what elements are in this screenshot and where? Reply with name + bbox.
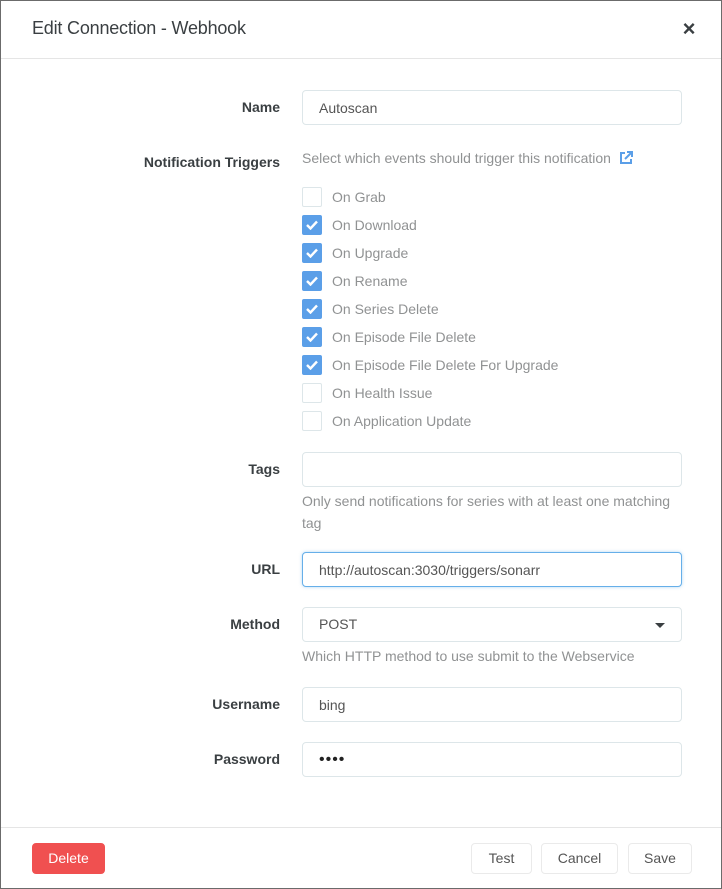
name-input[interactable] [302,90,682,125]
trigger-checkbox[interactable] [302,299,322,319]
trigger-checkbox[interactable] [302,215,322,235]
method-help: Which HTTP method to use submit to the W… [302,648,635,664]
edit-connection-modal: Edit Connection - Webhook × Name Notific… [0,0,722,889]
check-icon [306,245,318,261]
trigger-item[interactable]: On Rename [302,271,407,291]
modal-header: Edit Connection - Webhook × [1,1,721,59]
trigger-checkbox[interactable] [302,187,322,207]
name-label: Name [241,99,280,115]
username-label: Username [212,696,280,712]
trigger-item[interactable]: On Series Delete [302,299,439,319]
trigger-checkbox[interactable] [302,355,322,375]
trigger-label: On Application Update [332,413,472,429]
trigger-item[interactable]: On Episode File Delete For Upgrade [302,355,558,375]
check-icon [306,357,318,373]
trigger-item[interactable]: On Health Issue [302,383,432,403]
trigger-item[interactable]: On Grab [302,187,386,207]
trigger-label: On Rename [332,273,408,289]
trigger-checkbox[interactable] [302,243,322,263]
save-button[interactable]: Save [628,843,692,874]
triggers-help: Select which events should trigger this … [302,150,633,168]
trigger-checkbox[interactable] [302,411,322,431]
trigger-checkbox[interactable] [302,271,322,291]
modal-title: Edit Connection - Webhook [32,18,246,38]
method-value: POST [319,616,358,632]
url-label: URL [251,561,280,577]
test-button[interactable]: Test [471,843,532,874]
trigger-label: On Episode File Delete [332,329,476,345]
tags-label: Tags [248,461,280,477]
trigger-item[interactable]: On Episode File Delete [302,327,476,347]
close-icon[interactable]: × [679,17,699,41]
trigger-item[interactable]: On Application Update [302,411,471,431]
trigger-checkbox[interactable] [302,327,322,347]
trigger-label: On Grab [332,189,386,205]
username-input[interactable] [302,687,682,722]
trigger-item[interactable]: On Upgrade [302,243,408,263]
trigger-label: On Download [332,217,417,233]
tags-input[interactable] [302,452,682,487]
cancel-button[interactable]: Cancel [541,843,618,874]
password-input[interactable]: •••• [302,742,682,777]
trigger-label: On Series Delete [332,301,439,317]
trigger-checkbox[interactable] [302,383,322,403]
check-icon [306,273,318,289]
trigger-item[interactable]: On Download [302,215,417,235]
triggers-help-text: Select which events should trigger this … [302,150,611,166]
modal-footer: Delete Test Cancel Save [1,827,721,889]
trigger-label: On Health Issue [332,385,433,401]
trigger-label: On Upgrade [332,245,409,261]
password-value: •••• [319,751,346,768]
check-icon [306,329,318,345]
tags-help: Only send notifications for series with … [302,493,671,531]
delete-button[interactable]: Delete [32,843,105,874]
chevron-down-icon [655,623,665,628]
url-input[interactable] [302,552,682,587]
check-icon [306,301,318,317]
method-label: Method [230,616,280,632]
external-link-icon[interactable] [619,151,633,168]
method-select[interactable]: POST [302,607,682,642]
triggers-label: Notification Triggers [143,154,280,170]
password-label: Password [213,751,280,767]
trigger-label: On Episode File Delete For Upgrade [332,357,559,373]
check-icon [306,217,318,233]
